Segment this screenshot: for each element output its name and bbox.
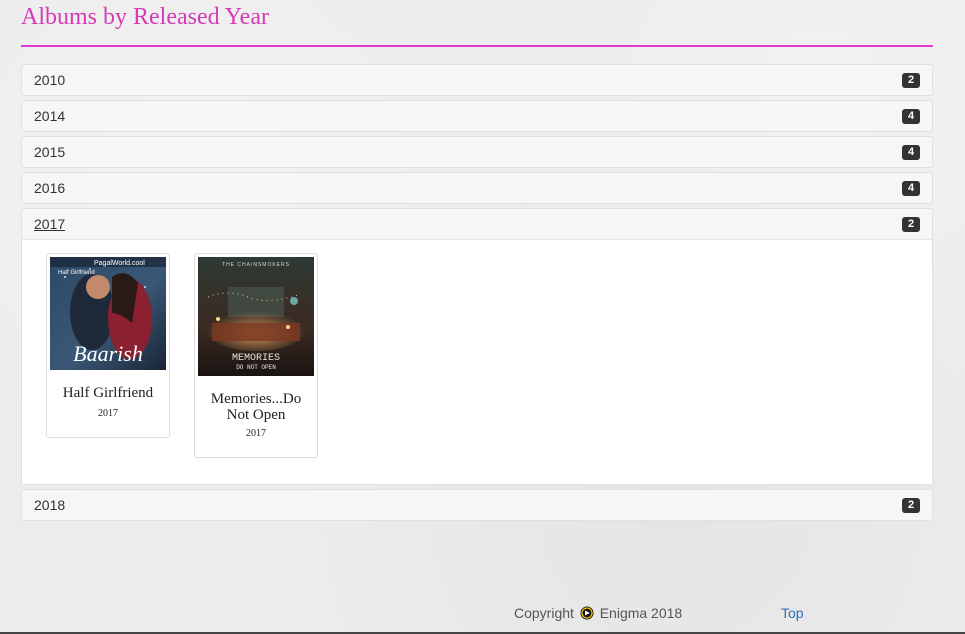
album-count-badge: 4	[902, 145, 920, 160]
year-heading-2014[interactable]: 2014 4	[22, 101, 932, 131]
year-heading-2010[interactable]: 2010 2	[22, 65, 932, 95]
year-heading-2016[interactable]: 2016 4	[22, 173, 932, 203]
year-panel-2015: 2015 4	[21, 136, 933, 168]
album-cover-image[interactable]: PagalWorld.cool Half Girlfriend Baarish	[50, 257, 166, 370]
year-heading-2015[interactable]: 2015 4	[22, 137, 932, 167]
back-to-top-link[interactable]: Top	[781, 605, 804, 621]
years-accordion: 2010 2 2014 4 2015 4 2016 4 2017 2 Pagal…	[21, 64, 933, 525]
year-label[interactable]: 2010	[34, 72, 65, 88]
cover-subtitle-text: DO NOT OPEN	[236, 364, 276, 371]
enigma-logo-icon	[580, 606, 594, 620]
title-divider	[21, 45, 933, 47]
cover-watermark: PagalWorld.cool	[94, 260, 145, 267]
year-label[interactable]: 2015	[34, 144, 65, 160]
album-count-badge: 2	[902, 498, 920, 513]
year-panel-2016: 2016 4	[21, 172, 933, 204]
year-panel-body: PagalWorld.cool Half Girlfriend Baarish …	[22, 239, 932, 484]
year-panel-2014: 2014 4	[21, 100, 933, 132]
year-heading-2018[interactable]: 2018 2	[22, 490, 932, 520]
cover-top-text: THE CHAINSMOKERS	[222, 262, 290, 268]
album-count-badge: 4	[902, 181, 920, 196]
album-year: 2017	[246, 428, 266, 439]
album-count-badge: 4	[902, 109, 920, 124]
page-title: Albums by Released Year	[21, 4, 269, 30]
album-year: 2017	[98, 408, 118, 419]
album-card[interactable]: THE CHAINSMOKERS MEMORIES DO NOT OPEN Me…	[194, 253, 318, 458]
cover-title-text: MEMORIES	[232, 353, 280, 364]
copyright-text: Copyright	[514, 605, 574, 621]
year-panel-2010: 2010 2	[21, 64, 933, 96]
album-card[interactable]: PagalWorld.cool Half Girlfriend Baarish …	[46, 253, 170, 438]
album-name[interactable]: Memories...Do Not Open	[205, 391, 307, 423]
album-count-badge: 2	[902, 73, 920, 88]
album-cover-image[interactable]: THE CHAINSMOKERS MEMORIES DO NOT OPEN	[198, 257, 314, 376]
brand-text: Enigma 2018	[599, 605, 683, 621]
cover-small-title: Half Girlfriend	[58, 270, 95, 276]
year-panel-2017: 2017 2 PagalWorld.cool Half Girlfriend B…	[21, 208, 933, 485]
year-heading-2017[interactable]: 2017 2	[22, 209, 932, 239]
year-label[interactable]: 2014	[34, 108, 65, 124]
footer: Copyright Enigma 2018	[514, 605, 682, 621]
year-label[interactable]: 2017	[34, 216, 65, 232]
year-panel-2018: 2018 2	[21, 489, 933, 521]
cover-title-text: Baarish	[73, 341, 143, 366]
album-name[interactable]: Half Girlfriend	[47, 385, 169, 401]
year-label[interactable]: 2018	[34, 497, 65, 513]
album-count-badge: 2	[902, 217, 920, 232]
year-label[interactable]: 2016	[34, 180, 65, 196]
